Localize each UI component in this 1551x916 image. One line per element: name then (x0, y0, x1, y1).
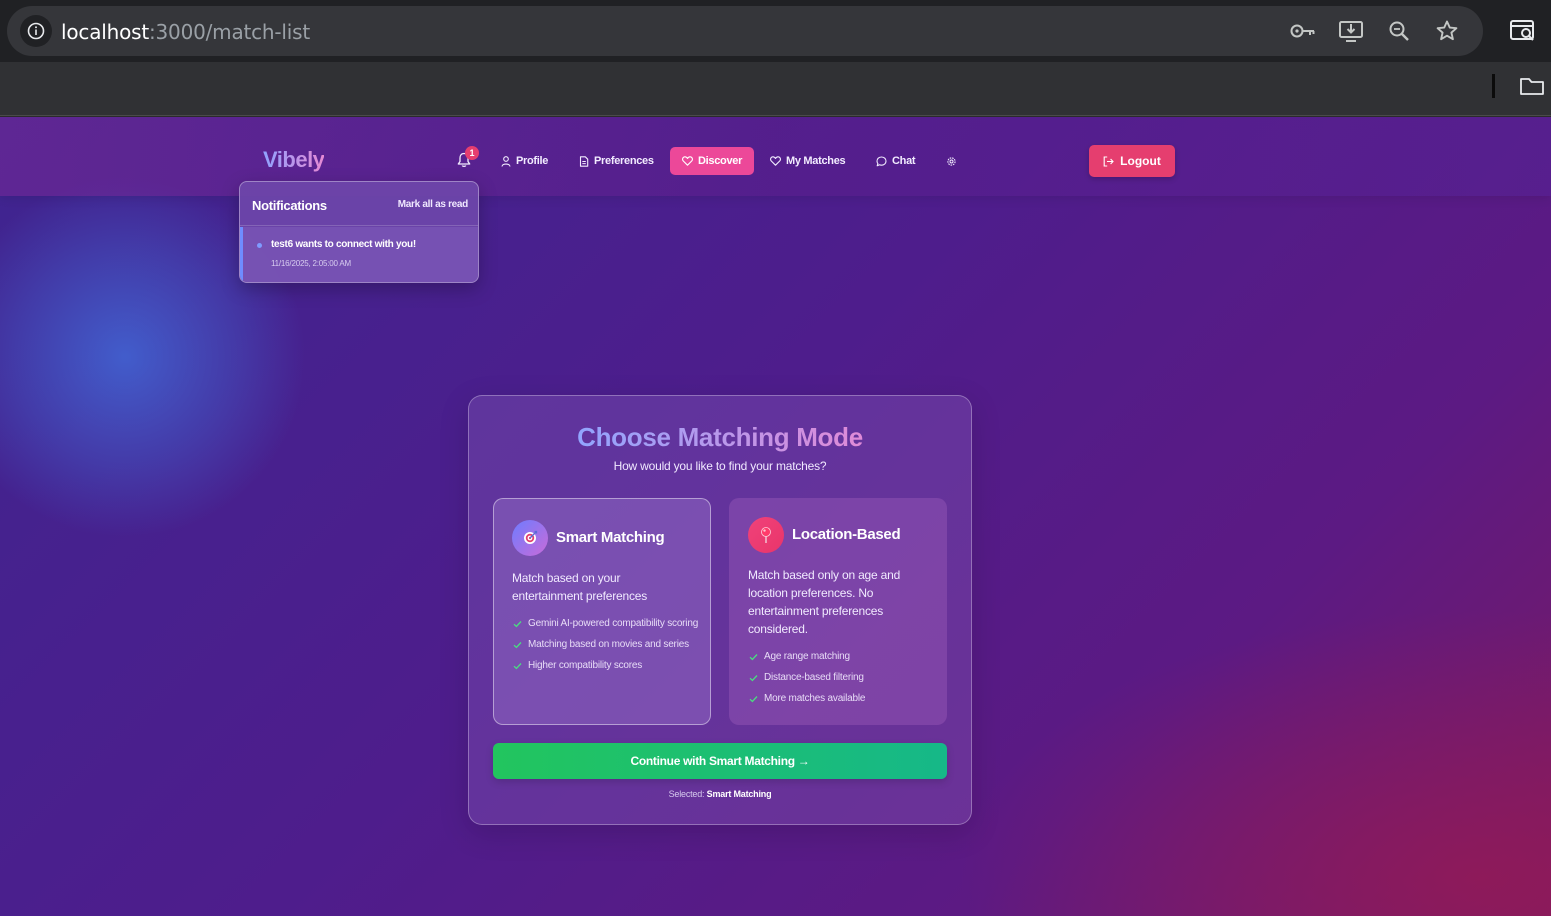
selected-prefix: Selected: (668, 789, 705, 799)
nav-profile-label: Profile (516, 155, 549, 167)
logout-button[interactable]: Logout (1089, 145, 1175, 177)
card-subtitle: How would you like to find your matches? (613, 459, 827, 473)
install-app-icon[interactable] (1338, 19, 1364, 43)
matching-mode-card: Choose Matching Mode How would you like … (468, 395, 972, 825)
heart-outline-icon (770, 156, 781, 166)
notifications-header: Notifications Mark all as read (240, 182, 478, 226)
feature-text: Distance-based filtering (764, 672, 864, 683)
heart-icon (682, 156, 693, 166)
feature-item: Matching based on movies and series (512, 637, 702, 652)
smart-matching-features: Gemini AI-powered compatibility scoring … (512, 616, 702, 679)
location-based-option[interactable]: Location-Based Match based only on age a… (729, 498, 947, 725)
nav-preferences[interactable]: Preferences (573, 147, 660, 175)
key-icon[interactable] (1290, 19, 1316, 43)
location-based-title: Location-Based (792, 526, 901, 543)
top-navbar: Vibely 1 Profile Preferences Discover My… (0, 117, 1551, 196)
mark-all-read-button[interactable]: Mark all as read (398, 199, 469, 210)
browser-toolbar: localhost:3000/match-list (0, 0, 1551, 62)
nav-discover-label: Discover (698, 155, 743, 167)
feature-item: More matches available (748, 691, 938, 706)
selected-mode-text: Selected: Smart Matching (469, 789, 971, 799)
feature-item: Higher compatibility scores (512, 658, 702, 673)
document-icon (579, 155, 589, 167)
feature-text: Age range matching (764, 651, 850, 662)
nav-preferences-label: Preferences (594, 155, 654, 167)
feature-item: Gemini AI-powered compatibility scoring (512, 616, 702, 631)
url-text[interactable]: localhost:3000/match-list (61, 20, 310, 44)
feature-text: Gemini AI-powered compatibility scoring (528, 618, 699, 629)
address-bar[interactable]: localhost:3000/match-list (7, 6, 1483, 56)
gear-icon (947, 156, 956, 166)
notification-item[interactable]: test6 wants to connect with you! 11/16/2… (240, 227, 478, 282)
nav-chat[interactable]: Chat (870, 147, 921, 175)
notification-message: test6 wants to connect with you! (271, 239, 416, 250)
check-icon (749, 675, 758, 682)
smart-matching-title: Smart Matching (556, 529, 665, 546)
notifications-dropdown: Notifications Mark all as read test6 wan… (239, 181, 479, 283)
check-icon (513, 642, 522, 649)
chat-bubble-icon (876, 155, 887, 166)
app-logo[interactable]: Vibely (263, 147, 325, 173)
feature-text: Higher compatibility scores (528, 660, 643, 671)
feature-text: Matching based on movies and series (528, 639, 689, 650)
feature-item: Distance-based filtering (748, 670, 938, 685)
unread-dot (257, 243, 262, 248)
check-icon (513, 663, 522, 670)
location-based-features: Age range matching Distance-based filter… (748, 649, 938, 712)
url-path: :3000/match-list (148, 20, 311, 44)
nav-settings[interactable] (940, 147, 963, 175)
text-cursor (1492, 74, 1495, 98)
nav-chat-label: Chat (892, 155, 916, 167)
nav-my-matches[interactable]: My Matches (764, 147, 851, 175)
bookmarks-bar (0, 62, 1551, 116)
check-icon (749, 696, 758, 703)
target-icon (512, 520, 548, 556)
nav-my-matches-label: My Matches (786, 155, 846, 167)
folder-icon[interactable] (1518, 74, 1546, 98)
check-icon (513, 621, 522, 628)
continue-button[interactable]: Continue with Smart Matching → (493, 743, 947, 779)
smart-matching-description: Match based on your entertainment prefer… (512, 571, 648, 603)
bookmark-star-icon[interactable] (1434, 19, 1460, 43)
site-info-icon[interactable] (20, 15, 52, 47)
selected-value: Smart Matching (706, 789, 772, 799)
nav-profile[interactable]: Profile (495, 147, 554, 175)
notification-count-badge: 1 (465, 146, 479, 160)
logout-label: Logout (1120, 154, 1161, 168)
nav-discover[interactable]: Discover (670, 147, 755, 175)
app-page: Vibely 1 Profile Preferences Discover My… (0, 117, 1551, 916)
zoom-icon[interactable] (1386, 19, 1412, 43)
map-pin-icon (748, 517, 784, 553)
user-icon (501, 155, 511, 167)
card-title: Choose Matching Mode (469, 422, 971, 453)
url-host: localhost (61, 20, 149, 44)
notification-time: 11/16/2025, 2:05:00 AM (271, 259, 351, 268)
smart-matching-option[interactable]: Smart Matching Match based on your enter… (493, 498, 711, 725)
feature-text: More matches available (764, 693, 866, 704)
side-panel-search-icon[interactable] (1508, 17, 1538, 45)
location-based-description: Match based only on age and location pre… (748, 568, 901, 636)
feature-item: Age range matching (748, 649, 938, 664)
logout-icon (1103, 155, 1114, 167)
check-icon (749, 654, 758, 661)
notifications-title: Notifications (252, 198, 327, 213)
